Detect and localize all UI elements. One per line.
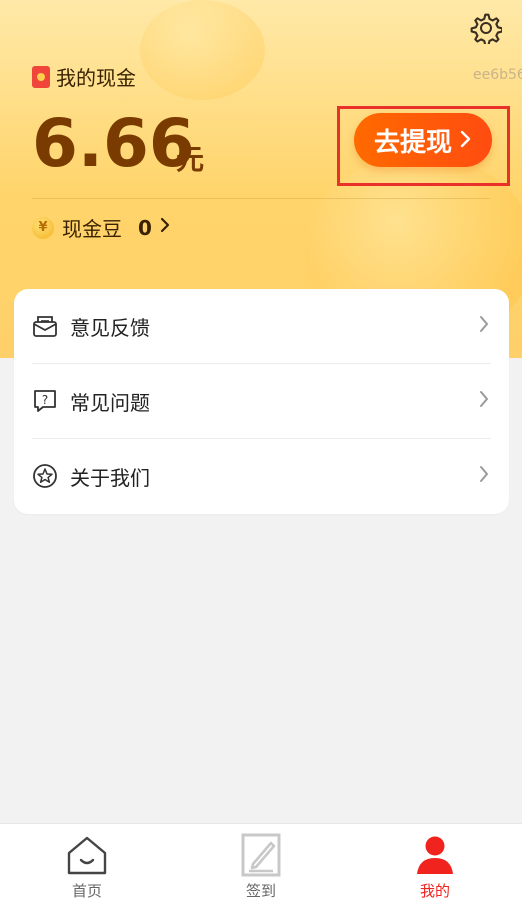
- red-packet-icon: [32, 65, 50, 88]
- star-circle-icon: [32, 463, 58, 489]
- menu-label: 常见问题: [70, 390, 150, 415]
- cash-title-row: 我的现金: [32, 62, 136, 91]
- menu-label: 意见反馈: [70, 315, 150, 340]
- tab-label: 签到: [245, 882, 276, 900]
- menu-item-faq[interactable]: ? 常见问题: [14, 364, 509, 438]
- feedback-envelope-icon: [32, 313, 58, 339]
- tab-label: 我的: [419, 882, 450, 900]
- menu-item-feedback[interactable]: 意见反馈: [14, 289, 509, 363]
- chevron-right-icon: [479, 314, 489, 338]
- bottom-tab-bar: 首页 签到 我的: [0, 823, 522, 903]
- menu-card: 意见反馈 ? 常见问题 关于我们: [14, 289, 509, 514]
- cash-unit: 元: [176, 143, 205, 176]
- chevron-right-icon: [479, 389, 489, 413]
- settings-gear-icon[interactable]: [470, 12, 504, 47]
- user-id: ee6b56: [473, 67, 522, 83]
- withdraw-button[interactable]: 去提现: [354, 113, 492, 167]
- tab-home[interactable]: 首页: [0, 824, 174, 903]
- menu-label: 关于我们: [70, 465, 150, 490]
- coin-decoration-top: [140, 0, 265, 100]
- home-icon: [64, 832, 110, 878]
- tab-checkin[interactable]: 签到: [174, 824, 348, 903]
- question-bubble-icon: ?: [32, 388, 58, 414]
- withdraw-label: 去提现: [373, 127, 452, 158]
- chevron-right-icon: [460, 125, 472, 155]
- cash-bean-icon: ¥: [32, 216, 54, 239]
- beans-label: 现金豆: [62, 217, 122, 241]
- tab-label: 首页: [71, 882, 102, 900]
- beans-count: 0: [138, 215, 152, 240]
- cash-amount: 6.66: [32, 105, 195, 182]
- checkin-edit-icon: [238, 832, 284, 878]
- cash-label: 我的现金: [56, 66, 136, 90]
- tab-mine[interactable]: 我的: [348, 824, 522, 903]
- cash-beans-row[interactable]: ¥ 现金豆 0: [32, 213, 170, 242]
- menu-item-about[interactable]: 关于我们: [14, 439, 509, 513]
- chevron-right-icon: [479, 464, 489, 488]
- header-divider: [32, 198, 490, 199]
- svg-text:?: ?: [42, 393, 48, 407]
- chevron-right-icon: [160, 217, 170, 238]
- user-profile-icon: [412, 832, 458, 878]
